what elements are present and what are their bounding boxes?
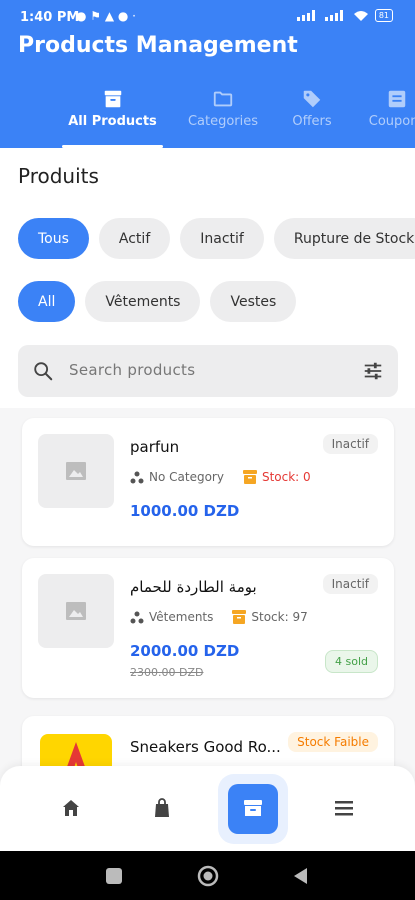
notification-icons: ● ⚑ ▲ ● · [76,9,136,23]
filter-chip-inactif[interactable]: Inactif [180,218,264,259]
brand-logo [66,742,86,768]
shopping-bag-icon [155,798,169,817]
box-icon [232,610,247,624]
stock-info: Stock: 97 [232,610,308,624]
category-icon [130,471,144,483]
status-badge: Inactif [322,574,378,594]
product-image [40,734,112,768]
product-name: بومة الطاردة للحمام [130,578,257,596]
product-name: Sneakers Good Ro... [130,738,281,756]
page-title: Products Management [18,33,298,58]
status-time: 1:40 PM [20,10,80,25]
category-chip-all[interactable]: All [18,281,76,322]
product-price: 2000.00 DZD [130,642,240,660]
tab-label: Offers [292,114,332,129]
stock-info: Stock: 0 [242,470,311,484]
status-bar: 1:40 PM ● ⚑ ▲ ● · 81 [0,0,415,34]
nav-products[interactable] [218,774,288,844]
search-icon [34,362,53,381]
filter-chip-tous[interactable]: Tous [18,218,89,259]
category-icon [130,611,144,623]
system-navigation-bar [0,851,415,900]
sold-badge: 4 sold [325,650,378,673]
system-indicators: 81 [296,9,393,22]
ticket-icon [388,90,406,108]
product-old-price: 2300.00 DZD [130,666,204,679]
recent-apps-icon[interactable] [105,867,123,885]
product-card[interactable]: parfun Inactif No Category Stock: 0 1000… [22,418,394,546]
product-card[interactable]: Sneakers Good Ro... Stock Faible [22,716,394,768]
home-icon [63,800,79,816]
signal-icon [296,10,315,21]
status-badge: Inactif [322,434,378,454]
home-button-icon[interactable] [197,865,219,887]
search-input[interactable]: Search products [69,361,195,379]
product-name: parfun [130,438,180,456]
tab-label: Coupons [368,114,415,129]
tab-bar: All Products Categories Offers Coupons [0,82,415,148]
tab-all-products[interactable]: All Products [62,82,163,148]
image-icon [66,602,86,620]
product-category: Vêtements [149,610,214,624]
filter-chip-actif[interactable]: Actif [98,218,171,259]
product-thumbnail [38,574,114,648]
signal-icon [324,10,343,21]
section-title: Produits [18,164,99,188]
category-chip-vetements[interactable]: Vêtements [85,281,201,322]
stock-count: Stock: 97 [251,610,308,624]
nav-orders[interactable] [137,784,187,834]
status-badge: Stock Faible [288,732,378,752]
folder-icon [213,91,233,107]
status-filter-row: Tous Actif Inactif Rupture de Stock [18,218,415,259]
bottom-navigation [0,766,415,851]
tab-offers[interactable]: Offers [284,82,340,148]
product-card[interactable]: بومة الطاردة للحمام Inactif Vêtements St… [22,558,394,698]
tag-icon [303,90,321,108]
back-icon[interactable] [292,867,310,885]
app-bar: 1:40 PM ● ⚑ ▲ ● · 81 Products Management… [0,0,415,148]
filter-chip-rupture[interactable]: Rupture de Stock [273,218,415,259]
tab-coupons[interactable]: Coupons [362,82,415,148]
battery-icon: 81 [374,9,393,22]
product-category: No Category [149,470,224,484]
product-price: 1000.00 DZD [130,502,240,520]
wifi-icon [353,10,368,21]
search-bar[interactable]: Search products [18,345,398,397]
nav-home[interactable] [46,784,96,834]
product-meta: No Category Stock: 0 [130,470,311,484]
product-meta: Vêtements Stock: 97 [130,610,308,624]
tab-categories[interactable]: Categories [180,82,266,148]
product-thumbnail [38,434,114,508]
filter-icon[interactable] [362,360,384,382]
archive-icon [104,90,121,108]
menu-icon [335,801,353,816]
tab-label: Categories [187,114,259,129]
tab-label: All Products [68,114,157,129]
product-list: parfun Inactif No Category Stock: 0 1000… [0,408,415,768]
stock-count: Stock: 0 [261,470,311,484]
box-icon [242,470,257,484]
archive-icon [244,800,262,816]
category-filter-row: All Vêtements Vestes [18,281,297,322]
nav-menu[interactable] [319,784,369,834]
image-icon [66,462,86,480]
category-chip-vestes[interactable]: Vestes [210,281,297,322]
